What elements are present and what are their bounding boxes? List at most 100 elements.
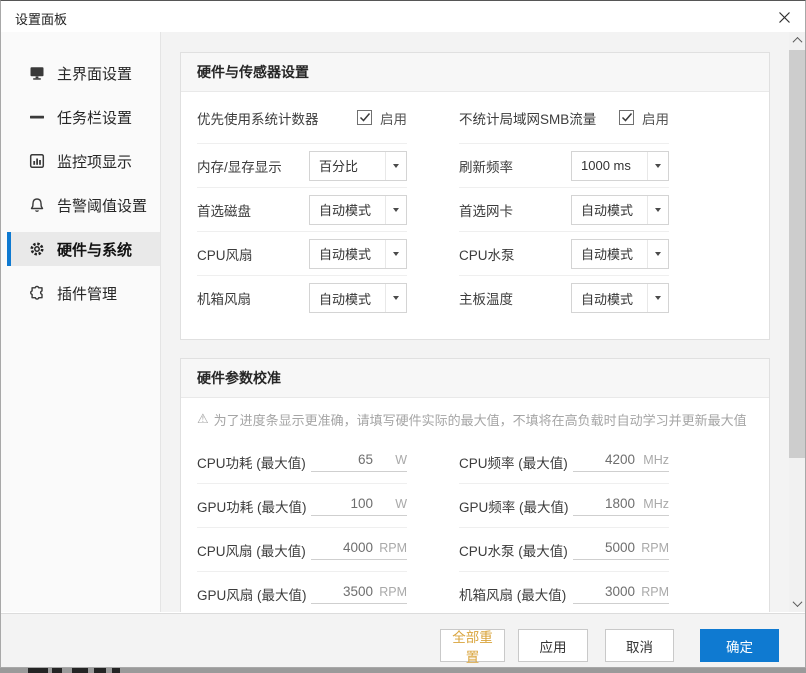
vertical-scrollbar[interactable]: [789, 32, 805, 612]
taskbar-fragment: [72, 668, 88, 673]
sidebar-item-label: 硬件与系统: [57, 241, 133, 259]
chevron-down-icon: [647, 284, 668, 312]
setting-cell: 机箱风扇 (最大值) RPM: [459, 572, 669, 612]
calibration-warning: ⚠ 为了进度条显示更准确，请填写硬件实际的最大值，不填将在高负载时自动学习并更新…: [197, 398, 747, 440]
cancel-button[interactable]: 取消: [605, 629, 674, 662]
setting-cell: CPU功耗 (最大值) W: [197, 440, 407, 484]
sidebar-item-label: 监控项显示: [57, 153, 133, 171]
close-button[interactable]: [776, 9, 792, 25]
gpu-freq-input[interactable]: [583, 495, 635, 511]
preferred-nic-select[interactable]: 自动模式: [571, 194, 669, 225]
checkbox-label: 启用: [380, 111, 407, 127]
case-fan-max-input[interactable]: [583, 583, 635, 599]
calibration-row: GPU风扇 (最大值) RPM 机箱风扇 (最大值) RPM: [197, 572, 669, 612]
checkbox-checked-icon: [619, 110, 634, 125]
taskbar-fragment: [28, 668, 48, 673]
memory-display-select[interactable]: 百分比: [309, 150, 407, 181]
setting-cell: 首选磁盘 自动模式: [197, 188, 407, 232]
setting-cell: 首选网卡 自动模式: [459, 188, 669, 232]
taskbar-fragment: [52, 668, 62, 673]
sidebar-item-main-ui[interactable]: 主界面设置: [7, 56, 160, 90]
chevron-up-icon: [792, 36, 802, 47]
settings-row: 机箱风扇 自动模式 主板温度 自动模式: [197, 276, 669, 320]
settings-row: CPU风扇 自动模式 CPU水泵 自动模式: [197, 232, 669, 276]
setting-label: 主板温度: [459, 292, 513, 307]
setting-cell: 优先使用系统计数器 启用: [197, 92, 407, 144]
sidebar-item-hardware-system[interactable]: 硬件与系统: [7, 232, 160, 266]
taskbar-fragment: [94, 668, 106, 673]
sidebar-item-label: 任务栏设置: [57, 109, 133, 127]
setting-cell: GPU频率 (最大值) MHz: [459, 484, 669, 528]
sidebar-item-alert-threshold[interactable]: 告警阈值设置: [7, 188, 160, 222]
taskbar-icon: [30, 115, 44, 119]
setting-cell: 不统计局域网SMB流量 启用: [459, 92, 669, 144]
smb-traffic-checkbox[interactable]: 启用: [619, 108, 669, 128]
chevron-down-icon: [385, 284, 406, 312]
motherboard-temp-select[interactable]: 自动模式: [571, 283, 669, 313]
cpu-pump-max-input[interactable]: [583, 539, 635, 555]
chevron-down-icon: [385, 151, 406, 180]
settings-row: 首选磁盘 自动模式 首选网卡 自动模式: [197, 188, 669, 232]
sidebar-item-plugin-manager[interactable]: 插件管理: [7, 276, 160, 310]
case-fan-max-field: RPM: [573, 583, 669, 604]
sidebar-item-label: 插件管理: [57, 285, 118, 303]
monitor-icon: [30, 67, 44, 80]
sidebar-item-label: 告警阈值设置: [57, 197, 148, 215]
gpu-freq-field: MHz: [573, 495, 669, 516]
preferred-disk-select[interactable]: 自动模式: [309, 194, 407, 225]
scrollbar-thumb[interactable]: [789, 50, 805, 458]
unit-label: W: [395, 452, 407, 467]
ok-button[interactable]: 确定: [700, 629, 779, 662]
sidebar-item-monitor-display[interactable]: 监控项显示: [7, 144, 160, 178]
calibration-row: GPU功耗 (最大值) W GPU频率 (最大值) MHz: [197, 484, 669, 528]
chevron-down-icon: [647, 195, 668, 224]
cpu-power-input[interactable]: [321, 451, 373, 467]
cpu-power-field: W: [311, 451, 407, 472]
select-value: 自动模式: [581, 247, 634, 262]
case-fan-select[interactable]: 自动模式: [309, 283, 407, 313]
cpu-freq-input[interactable]: [583, 451, 635, 467]
checkbox-checked-icon: [357, 110, 372, 125]
system-counter-checkbox[interactable]: 启用: [357, 108, 407, 128]
unit-label: MHz: [643, 452, 669, 467]
select-value: 自动模式: [319, 203, 372, 218]
chevron-down-icon: [647, 151, 668, 180]
unit-label: RPM: [641, 584, 669, 599]
setting-label: 首选网卡: [459, 203, 513, 219]
unit-label: RPM: [379, 540, 407, 555]
unit-label: RPM: [641, 540, 669, 555]
reset-all-button[interactable]: 全部重置: [440, 629, 505, 665]
scroll-up-button[interactable]: [789, 32, 805, 49]
setting-label: CPU风扇: [197, 247, 253, 263]
cpu-pump-select[interactable]: 自动模式: [571, 238, 669, 269]
chevron-down-icon: [385, 239, 406, 268]
setting-label: GPU风扇 (最大值): [197, 587, 307, 603]
taskbar-fragment: [112, 668, 120, 673]
gpu-fan-max-input[interactable]: [321, 583, 373, 599]
section-hardware-sensors: 硬件与传感器设置 优先使用系统计数器 启用 不统计局域网SMB流量 启用 内存/…: [180, 52, 770, 340]
sidebar-item-taskbar[interactable]: 任务栏设置: [7, 100, 160, 134]
setting-label: CPU水泵 (最大值): [459, 543, 568, 559]
section-title: 硬件与传感器设置: [181, 53, 769, 92]
close-icon: [778, 11, 790, 23]
gpu-power-input[interactable]: [321, 495, 373, 511]
section-parameter-calibration: 硬件参数校准 ⚠ 为了进度条显示更准确，请填写硬件实际的最大值，不填将在高负载时…: [180, 358, 770, 612]
gear-icon: [30, 242, 44, 256]
cpu-fan-max-input[interactable]: [321, 539, 373, 555]
warning-icon: ⚠: [197, 411, 209, 426]
select-value: 自动模式: [319, 291, 372, 307]
setting-cell: CPU风扇 自动模式: [197, 232, 407, 276]
setting-label: 机箱风扇 (最大值): [459, 587, 567, 603]
title-bar: 设置面板: [1, 1, 805, 31]
settings-row: 内存/显存显示 百分比 刷新频率 1000 ms: [197, 144, 669, 188]
select-value: 1000 ms: [581, 158, 631, 173]
setting-label: CPU水泵: [459, 247, 515, 263]
setting-label: CPU功耗 (最大值): [197, 455, 306, 471]
cpu-pump-max-field: RPM: [573, 539, 669, 560]
refresh-rate-select[interactable]: 1000 ms: [571, 150, 669, 181]
scroll-down-button[interactable]: [789, 595, 805, 612]
gpu-power-field: W: [311, 495, 407, 516]
cpu-fan-select[interactable]: 自动模式: [309, 238, 407, 269]
apply-button[interactable]: 应用: [518, 629, 588, 662]
select-value: 自动模式: [319, 247, 372, 262]
